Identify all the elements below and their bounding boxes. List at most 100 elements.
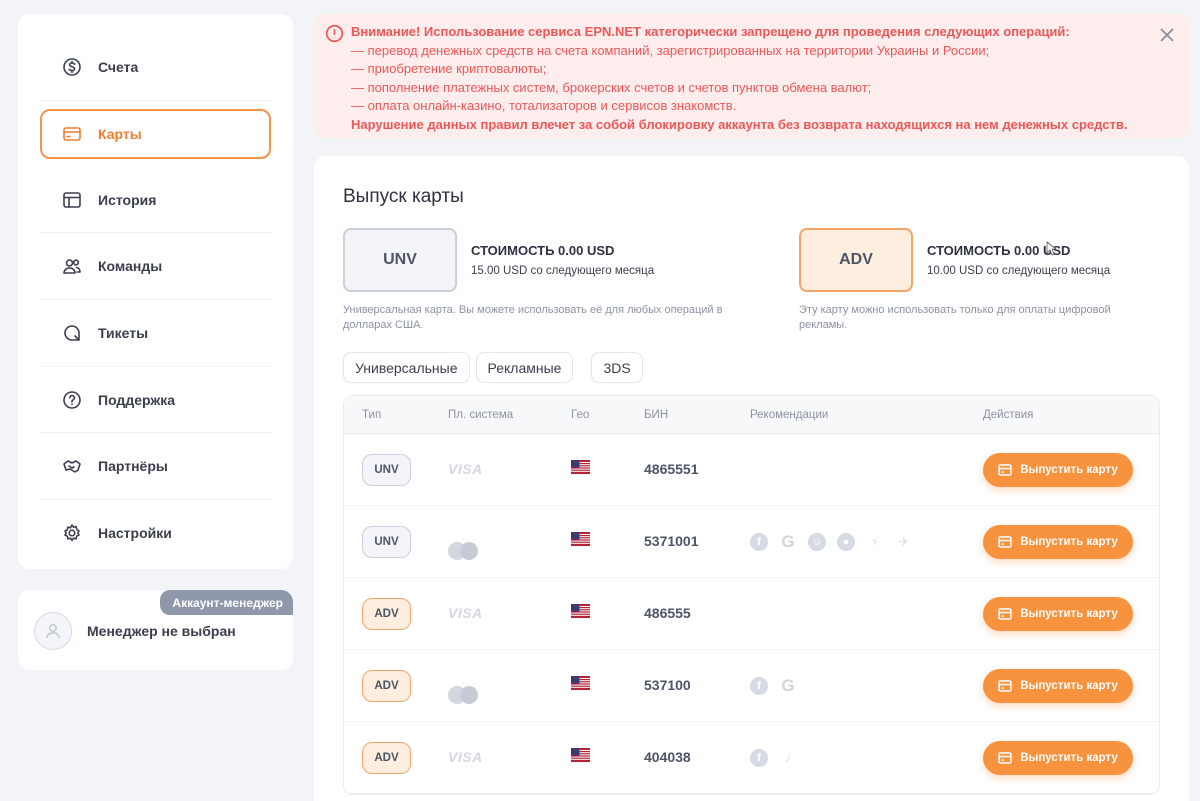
us-flag-icon — [571, 532, 590, 546]
sidebar-item-tickets[interactable]: Тикеты — [40, 300, 271, 367]
column-header-actions: Действия — [983, 408, 1034, 421]
bin-value: 486555 — [644, 604, 691, 621]
user-icon — [46, 623, 60, 639]
table-header: Тип Пл. система Гео БИН Рекомендации Дей… — [344, 396, 1159, 434]
issue-card-label: Выпустить карту — [1020, 751, 1118, 764]
table-row: ADV 537100 f G Выпустить карту — [344, 650, 1159, 722]
avatar — [34, 612, 72, 650]
card-description: Эту карту можно использовать только для … — [799, 304, 1111, 331]
warning-footer: Нарушение данных правил влечет за собой … — [351, 116, 1128, 132]
mouse-cursor-icon — [1046, 241, 1056, 256]
issue-card-label: Выпустить карту — [1020, 463, 1118, 476]
history-icon — [62, 190, 82, 210]
issue-card-label: Выпустить карту — [1020, 607, 1118, 620]
warning-line: — приобретение криптовалюты; — [351, 61, 547, 76]
card-icon — [998, 679, 1012, 692]
visa-icon: VISA — [448, 748, 483, 765]
card-icon — [998, 535, 1012, 548]
account-manager-card: Аккаунт-менеджер Менеджер не выбран — [18, 590, 293, 670]
type-badge: ADV — [362, 669, 411, 702]
sidebar-item-label: История — [98, 191, 157, 208]
bin-value: 4865551 — [644, 460, 699, 477]
account-manager-badge: Аккаунт-менеджер — [160, 590, 293, 615]
card-type-adv[interactable]: ADV СТОИМОСТЬ 0.00 USD 10.00 USD со след… — [799, 228, 1159, 332]
sidebar-item-label: Тикеты — [98, 324, 149, 341]
google-icon: G — [781, 531, 795, 551]
filter-universal[interactable]: Универсальные — [343, 352, 470, 383]
card-price: СТОИМОСТЬ 0.00 USD — [471, 243, 615, 258]
column-header-bin: БИН — [644, 408, 669, 421]
issue-card-label: Выпустить карту — [1020, 535, 1118, 548]
card-icon — [998, 607, 1012, 620]
card-icon — [998, 751, 1012, 764]
us-flag-icon — [571, 604, 590, 618]
card-issue-panel: Выпуск карты UNV СТОИМОСТЬ 0.00 USD 15.0… — [314, 156, 1189, 801]
tiktok-face-icon: ☺ — [808, 532, 826, 551]
google-icon: G — [781, 675, 795, 695]
sidebar-item-label: Команды — [98, 258, 163, 275]
facebook-icon: f — [750, 532, 768, 551]
filter-advertising[interactable]: Рекламные — [475, 352, 574, 383]
warning-line: — оплата онлайн-казино, тотализаторов и … — [351, 98, 737, 113]
card-next-price: 10.00 USD со следующего месяца — [927, 265, 1111, 277]
filter-bar: Универсальные Рекламные 3DS — [343, 352, 1160, 383]
bin-table: Тип Пл. система Гео БИН Рекомендации Дей… — [343, 395, 1160, 795]
table-row: ADV VISA 404038 f ♪ Выпустить карту — [344, 722, 1159, 794]
column-header-geo: Гео — [571, 408, 590, 421]
card-description: Универсальная карта. Вы можете использов… — [343, 304, 723, 331]
card-type-unv-box[interactable]: UNV — [343, 228, 457, 292]
type-badge: ADV — [362, 741, 411, 774]
sidebar-item-label: Счета — [98, 58, 139, 75]
us-flag-icon — [571, 748, 590, 762]
card-price: СТОИМОСТЬ 0.00 USD — [927, 243, 1071, 258]
sidebar-item-support[interactable]: Поддержка — [40, 367, 271, 434]
page-title: Выпуск карты — [343, 186, 464, 207]
card-next-price: 15.00 USD со следующего месяца — [471, 265, 655, 277]
bolt-icon: ⚡ — [870, 533, 880, 549]
dollar-circle-icon — [62, 57, 82, 77]
sidebar-item-label: Партнёры — [98, 458, 168, 475]
close-icon[interactable] — [1158, 26, 1176, 44]
warning-line: — пополнение платежных систем, брокерски… — [351, 79, 872, 95]
card-type-options: UNV СТОИМОСТЬ 0.00 USD 15.00 USD со след… — [343, 228, 1160, 332]
handshake-icon — [62, 456, 82, 476]
sidebar: Счета Карты История Команды Тикеты Подде… — [18, 14, 293, 569]
visa-icon: VISA — [448, 604, 483, 621]
type-badge: ADV — [362, 597, 411, 630]
card-type-adv-box[interactable]: ADV — [799, 228, 913, 292]
bin-value: 5371001 — [644, 532, 699, 549]
warning-banner: Внимание! Использование сервиса EPN.NET … — [314, 14, 1189, 138]
card-type-unv[interactable]: UNV СТОИМОСТЬ 0.00 USD 15.00 USD со след… — [343, 228, 799, 332]
visa-icon: VISA — [448, 460, 483, 477]
sidebar-item-teams[interactable]: Команды — [40, 233, 271, 301]
reddit-icon: ● — [837, 532, 855, 551]
warning-title: Внимание! Использование сервиса EPN.NET … — [351, 24, 1070, 39]
issue-card-button[interactable]: Выпустить карту — [983, 740, 1133, 775]
us-flag-icon — [571, 460, 590, 474]
table-row: UNV 5371001 f G ☺ ● ⚡ ✈ Выпустить карту — [344, 506, 1159, 578]
issue-card-button[interactable]: Выпустить карту — [983, 524, 1133, 559]
sidebar-item-accounts[interactable]: Счета — [40, 34, 271, 101]
issue-card-button[interactable]: Выпустить карту — [983, 596, 1133, 631]
sidebar-item-history[interactable]: История — [40, 167, 271, 234]
issue-card-button[interactable]: Выпустить карту — [983, 452, 1133, 487]
sidebar-item-label: Карты — [98, 125, 142, 142]
sidebar-item-partners[interactable]: Партнёры — [40, 433, 271, 501]
facebook-icon: f — [750, 748, 768, 767]
gear-icon — [62, 523, 82, 543]
table-row: UNV VISA 4865551 Выпустить карту — [344, 434, 1159, 506]
sidebar-item-settings[interactable]: Настройки — [40, 500, 271, 567]
issue-card-button[interactable]: Выпустить карту — [983, 668, 1133, 703]
type-badge: UNV — [362, 525, 411, 558]
manager-name: Менеджер не выбран — [87, 623, 236, 639]
alert-icon — [325, 24, 344, 43]
ticket-icon — [62, 323, 82, 343]
sidebar-item-label: Настройки — [98, 525, 172, 542]
column-header-system: Пл. система — [448, 408, 514, 421]
help-icon — [62, 390, 82, 410]
sidebar-item-cards[interactable]: Карты — [40, 108, 271, 159]
column-header-recommendations: Рекомендации — [750, 408, 829, 421]
column-header-type: Тип — [362, 408, 382, 421]
filter-3ds[interactable]: 3DS — [591, 352, 643, 383]
plane-icon: ✈ — [898, 533, 910, 549]
